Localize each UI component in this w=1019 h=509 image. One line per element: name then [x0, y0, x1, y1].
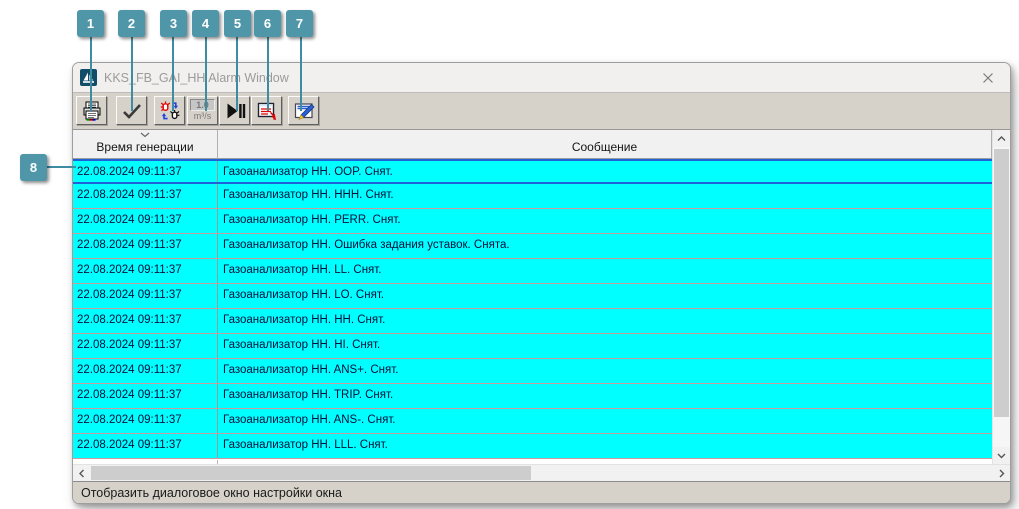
row-message: Газоанализатор HH. ANS-. Снят. — [218, 409, 992, 433]
window-title: KKS_FB_GAI_HH Alarm Window — [104, 71, 966, 85]
chevron-down-icon — [997, 453, 1006, 459]
table-row[interactable]: 22.08.2024 09:11:37 Газоанализатор HH. P… — [73, 209, 992, 234]
callout-line-7 — [300, 37, 302, 111]
vertical-scrollbar[interactable] — [992, 130, 1010, 464]
row-message: Газоанализатор HH. HHH. Снят. — [218, 184, 992, 208]
flow-unit-label: m³/s — [190, 111, 215, 122]
status-text: Отобразить диалоговое окно настройки окн… — [81, 486, 342, 500]
screenshot-stage: 1 2 3 4 5 6 7 8 KKS_FB_GAI_HH Alarm Wind… — [0, 0, 1019, 509]
row-time: 22.08.2024 09:11:37 — [73, 309, 218, 333]
row-time: 22.08.2024 09:11:37 — [73, 284, 218, 308]
sort-descending-icon — [140, 132, 150, 138]
callout-badge-1: 1 — [77, 10, 104, 37]
scroll-right-button[interactable] — [993, 465, 1010, 481]
column-header-time[interactable]: Время генерации — [73, 130, 218, 159]
callout-line-8 — [47, 166, 76, 168]
table-row[interactable]: 22.08.2024 09:11:37 Газоанализатор HH. L… — [73, 434, 992, 459]
row-message: Газоанализатор HH. ANS+. Снят. — [218, 359, 992, 383]
note-pencil-icon — [293, 100, 315, 122]
toolbar: 1.0 m³/s — [73, 93, 1010, 130]
callout-line-6 — [267, 37, 269, 111]
column-label-message: Сообщение — [572, 140, 637, 154]
flow-units-button[interactable]: 1.0 m³/s — [187, 96, 218, 125]
callout-line-2 — [131, 37, 133, 111]
title-bar[interactable]: KKS_FB_GAI_HH Alarm Window — [73, 63, 1010, 93]
callout-badge-2: 2 — [118, 10, 145, 37]
table-header: Время генерации Сообщение — [73, 130, 992, 159]
callout-line-3 — [172, 37, 174, 111]
alarm-lamps-icon — [159, 100, 181, 122]
callout-badge-6: 6 — [254, 10, 281, 37]
row-message: Газоанализатор HH. LL. Снят. — [218, 259, 992, 283]
row-message: Газоанализатор HH. LLL. Снят. — [218, 434, 992, 458]
row-message: Газоанализатор HH. LO. Снят. — [218, 284, 992, 308]
flow-value-label: 1.0 — [190, 99, 215, 111]
row-message: Газоанализатор HH. PERR. Снят. — [218, 209, 992, 233]
chevron-right-icon — [999, 469, 1005, 478]
row-message: Газоанализатор HH. Ошибка задания уставо… — [218, 234, 992, 258]
table-row[interactable]: 22.08.2024 09:11:37 Газоанализатор HH. A… — [73, 409, 992, 434]
callout-line-5 — [236, 37, 238, 111]
alarm-window: KKS_FB_GAI_HH Alarm Window — [72, 62, 1011, 504]
row-time: 22.08.2024 09:11:37 — [73, 409, 218, 433]
callout-line-1 — [90, 37, 92, 111]
row-time: 22.08.2024 09:11:37 — [73, 209, 218, 233]
scroll-down-button[interactable] — [993, 447, 1010, 464]
play-pause-icon — [224, 100, 246, 122]
row-time: 22.08.2024 09:11:37 — [73, 184, 218, 208]
callout-badge-3: 3 — [160, 10, 187, 37]
row-time: 22.08.2024 09:11:37 — [73, 161, 218, 182]
scroll-left-button[interactable] — [73, 465, 90, 481]
callout-badge-4: 4 — [192, 10, 219, 37]
run-pause-button[interactable] — [219, 96, 250, 125]
status-bar: Отобразить диалоговое окно настройки окн… — [73, 481, 1010, 503]
table-row[interactable]: 22.08.2024 09:11:37 Газоанализатор HH. H… — [73, 184, 992, 209]
row-message: Газоанализатор HH. HI. Снят. — [218, 334, 992, 358]
horizontal-scrollbar[interactable] — [73, 464, 1010, 481]
row-time: 22.08.2024 09:11:37 — [73, 234, 218, 258]
edit-comment-button[interactable] — [288, 96, 319, 125]
chevron-up-icon — [997, 136, 1006, 142]
table-row[interactable]: 22.08.2024 09:11:37 Газоанализатор HH. T… — [73, 384, 992, 409]
row-time: 22.08.2024 09:11:37 — [73, 434, 218, 458]
column-header-message[interactable]: Сообщение — [218, 130, 992, 159]
vertical-scroll-thumb[interactable] — [994, 149, 1009, 417]
table-row[interactable]: 22.08.2024 09:11:37 Газоанализатор HH. H… — [73, 334, 992, 359]
table-row[interactable]: 22.08.2024 09:11:37 Газоанализатор HH. L… — [73, 284, 992, 309]
chevron-left-icon — [79, 469, 85, 478]
alarm-table: Время генерации Сообщение 22.08.2024 09:… — [73, 130, 1010, 481]
callout-line-4 — [205, 37, 207, 111]
callout-badge-7: 7 — [286, 10, 313, 37]
row-message: Газоанализатор HH. HH. Снят. — [218, 309, 992, 333]
close-icon — [982, 72, 994, 84]
row-message: Газоанализатор HH. OOP. Снят. — [218, 161, 992, 182]
app-logo-icon — [80, 69, 97, 86]
table-rows: 22.08.2024 09:11:37 Газоанализатор HH. O… — [73, 159, 992, 459]
row-time: 22.08.2024 09:11:37 — [73, 334, 218, 358]
row-time: 22.08.2024 09:11:37 — [73, 259, 218, 283]
flow-units-icon: 1.0 m³/s — [190, 99, 215, 122]
alarm-blink-toggle-button[interactable] — [154, 96, 185, 125]
table-row[interactable]: 22.08.2024 09:11:37 Газоанализатор HH. A… — [73, 359, 992, 384]
table-row[interactable]: 22.08.2024 09:11:37 Газоанализатор HH. О… — [73, 234, 992, 259]
row-time: 22.08.2024 09:11:37 — [73, 384, 218, 408]
callout-badge-8: 8 — [20, 154, 47, 181]
scroll-up-button[interactable] — [993, 130, 1010, 147]
column-label-time: Время генерации — [96, 140, 193, 154]
close-button[interactable] — [966, 63, 1010, 92]
callout-badge-5: 5 — [224, 10, 251, 37]
table-row[interactable]: 22.08.2024 09:11:37 Газоанализатор HH. H… — [73, 309, 992, 334]
row-time: 22.08.2024 09:11:37 — [73, 359, 218, 383]
table-row[interactable]: 22.08.2024 09:11:37 Газоанализатор HH. L… — [73, 259, 992, 284]
table-row[interactable]: 22.08.2024 09:11:37 Газоанализатор HH. O… — [73, 159, 992, 184]
row-message: Газоанализатор HH. TRIP. Снят. — [218, 384, 992, 408]
horizontal-scroll-thumb[interactable] — [91, 466, 531, 480]
